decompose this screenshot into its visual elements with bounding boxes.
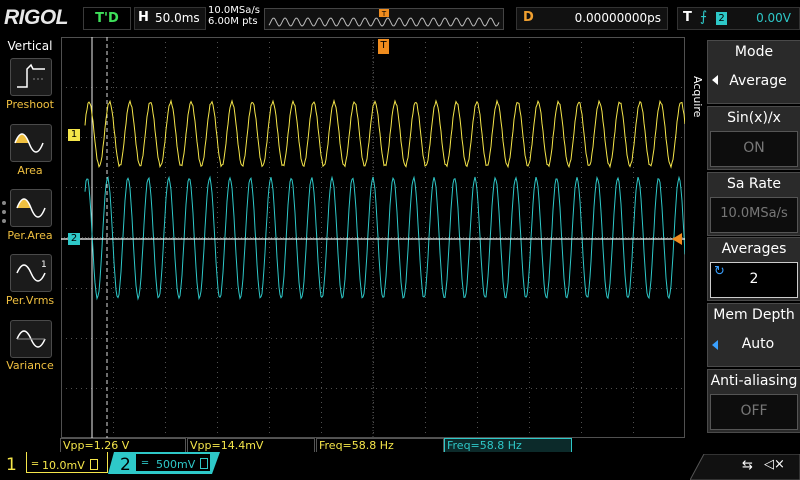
trigger-status-indicator[interactable]: T'D [83, 7, 131, 30]
per-vrms-icon: 1 [16, 260, 47, 282]
acquire-menu-panel: Acquire Mode Average Sin(x)/x ON Sa Rate… [686, 36, 800, 438]
mode-title: Mode [734, 44, 774, 60]
ch2-bandwidth-icon [200, 458, 208, 469]
ch2-number: 2 [120, 455, 131, 475]
trigger-label: T [683, 10, 692, 25]
preshoot-icon [17, 63, 45, 88]
delay-box[interactable]: D 0.00000000ps [516, 7, 668, 30]
memory-trigger-marker-icon: T [379, 9, 389, 18]
mem-depth-title: Mem Depth [713, 307, 795, 323]
dc-coupling-icon: ═ [32, 459, 39, 470]
ch1-bandwidth-icon [90, 459, 98, 470]
sa-rate-title: Sa Rate [726, 176, 782, 192]
mem-depth-softkey[interactable]: Mem Depth Auto [707, 303, 800, 367]
sinx-value-box: ON [710, 131, 798, 167]
per-area-label: Per.Area [7, 229, 53, 242]
mem-depth-value: Auto [741, 336, 775, 352]
trigger-source-badge: 2 [716, 12, 727, 25]
sa-rate-softkey[interactable]: Sa Rate 10.0MSa/s [707, 172, 800, 236]
area-button[interactable] [10, 124, 52, 162]
ch1-status-tab[interactable]: 1 ═ 10.0mV [0, 452, 110, 480]
area-label: Area [17, 164, 43, 177]
page-dots-icon [2, 201, 6, 223]
anti-aliasing-value: OFF [740, 403, 768, 419]
memory-points-value: 6.00M pts [208, 16, 258, 27]
svg-text:1: 1 [41, 260, 47, 270]
sinx-value: ON [743, 140, 765, 156]
area-icon [14, 133, 44, 153]
ch1-scale: 10.0mV [42, 459, 85, 472]
ch1-offset-marker[interactable]: 1 [68, 129, 80, 141]
sinx-title: Sin(x)/x [727, 110, 781, 126]
sa-rate-value: 10.0MSa/s [720, 206, 788, 221]
svg-text:T: T [381, 10, 387, 18]
dc-coupling-icon: ═ [142, 458, 149, 469]
usb-icon: ⇆ [742, 458, 753, 473]
speaker-muted-icon[interactable]: ◁× [764, 457, 785, 472]
preshoot-button[interactable] [10, 58, 52, 96]
mode-value: Average [729, 73, 787, 89]
memory-waveform-preview: T [268, 9, 500, 27]
per-vrms-label: Per.Vrms [5, 294, 55, 307]
ch2-scale: 500mV [156, 458, 196, 471]
ch1-waveform [84, 98, 686, 169]
variance-button[interactable] [10, 320, 52, 358]
preshoot-label: Preshoot [6, 98, 54, 111]
anti-aliasing-title: Anti-aliasing [710, 373, 798, 389]
trigger-level-value: 0.00V [756, 11, 791, 25]
sa-rate-value-box: 10.0MSa/s [710, 197, 798, 233]
mem-depth-value-area: Auto [710, 328, 796, 362]
rising-edge-icon: ⨍ [700, 9, 708, 25]
averages-softkey[interactable]: Averages ↻ 2 [707, 237, 800, 301]
per-vrms-button[interactable]: 1 [10, 254, 52, 292]
top-status-bar: RIGOL T'D H 50.0ms 10.0MSa/s 6.00M pts T… [0, 0, 800, 36]
ch2-status-tab[interactable]: 2 ═ 500mV [108, 452, 220, 480]
ch1-number: 1 [6, 455, 17, 475]
ch2-offset-marker[interactable]: 2 [68, 233, 80, 245]
sample-rate-readout: 10.0MSa/s 6.00M pts [208, 5, 260, 27]
timebase-value: 50.0ms [155, 11, 200, 25]
per-area-icon [16, 198, 46, 218]
horizontal-label: H [138, 10, 149, 25]
left-panel-title: Vertical [7, 39, 53, 53]
graticule [61, 37, 685, 438]
trigger-level-marker-icon[interactable] [672, 233, 682, 245]
averages-title: Averages [721, 241, 787, 257]
per-area-button[interactable] [10, 189, 52, 227]
mode-value-area: Average [710, 65, 796, 99]
sample-rate-value: 10.0MSa/s [208, 5, 260, 16]
trigger-box[interactable]: T ⨍ 2 0.00V [677, 7, 800, 30]
averages-value-box: ↻ 2 [710, 262, 798, 298]
vertical-measure-panel: Vertical Preshoot Area Per.Area 1 Per.Vr… [0, 36, 60, 438]
anti-aliasing-softkey[interactable]: Anti-aliasing OFF [707, 369, 800, 433]
delay-value: 0.00000000ps [574, 11, 661, 25]
variance-icon [16, 330, 46, 348]
anti-aliasing-value-box: OFF [710, 394, 798, 430]
delay-label: D [523, 10, 534, 25]
waveform-display[interactable]: 1 2 T [61, 37, 686, 438]
mode-softkey[interactable]: Mode Average [707, 40, 800, 104]
waveform-grid [61, 37, 686, 438]
trigger-position-marker[interactable]: T [378, 39, 389, 54]
rigol-logo: RIGOL [4, 6, 69, 29]
memory-overview-strip[interactable]: T [264, 8, 504, 30]
horizontal-timebase-box[interactable]: H 50.0ms [134, 7, 206, 30]
acquire-menu-label: Acquire [691, 76, 704, 118]
variance-label: Variance [6, 359, 54, 372]
sinx-softkey[interactable]: Sin(x)/x ON [707, 106, 800, 170]
averages-value: 2 [749, 271, 759, 287]
channel-status-bar: 1 ═ 10.0mV 2 ═ 500mV ⇆ ◁× [0, 452, 800, 480]
